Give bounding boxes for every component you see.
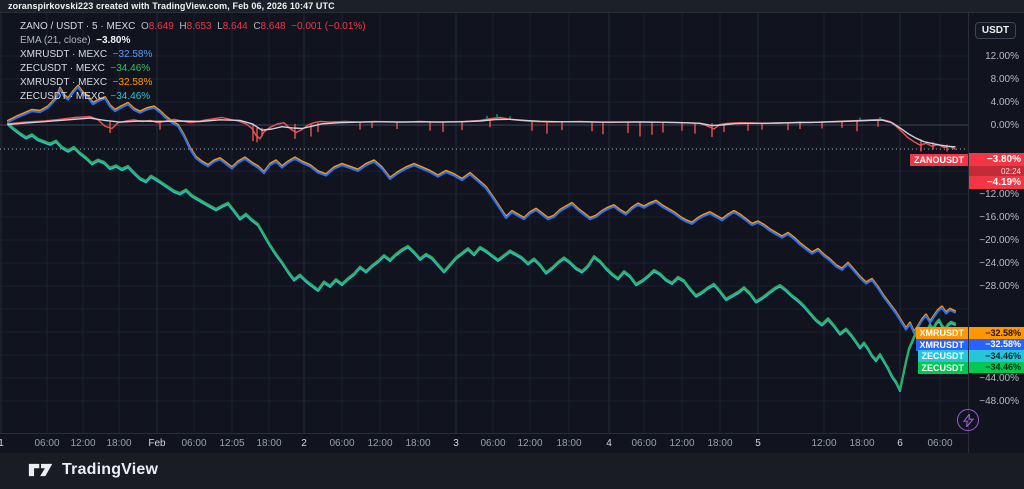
legend-row-zec-1[interactable]: ZECUSDT · MEXC −34.46% (20, 62, 366, 76)
time-tick-label: 1 (0, 438, 4, 449)
time-tick-label: 12:00 (517, 438, 542, 449)
zano-price-label-block: −3.80% 02:24 −4.19% (969, 153, 1024, 189)
price-tick-label: −28.00% (979, 281, 1019, 292)
series-name-tag: XMRUSDT (916, 339, 969, 351)
tradingview-logo-icon (28, 459, 54, 481)
time-tick-label: 12:00 (70, 438, 95, 449)
lightning-bolt-glyph (963, 414, 974, 427)
time-tick-label: 18:00 (106, 438, 131, 449)
ema-label: EMA (21, close) (20, 35, 91, 46)
time-tick-label: 06:00 (329, 438, 354, 449)
compare-label: ZECUSDT · MEXC (20, 63, 105, 74)
compare-label: XMRUSDT · MEXC (20, 77, 107, 88)
ohlc-l-value: 8.644 (223, 21, 248, 32)
time-tick-label: 5 (755, 438, 761, 449)
compare-value: −34.46% (110, 63, 150, 74)
price-tick-label: 12.00% (985, 51, 1019, 62)
zano-change-value: −3.80% (969, 153, 1024, 166)
price-tick-label: −24.00% (979, 258, 1019, 269)
tradingview-logo[interactable]: TradingView (28, 459, 158, 481)
time-tick-label: 3 (453, 438, 459, 449)
series-xmrusdt-blue (8, 87, 955, 333)
attribution-bar: zoranspirkovski223 created with TradingV… (0, 0, 1024, 13)
price-tick-label: 8.00% (991, 74, 1019, 85)
time-tick-label: 18:00 (556, 438, 581, 449)
compare-value: −32.58% (113, 77, 153, 88)
compare-scale-value-label: −32.58% (969, 339, 1024, 351)
time-tick-label: 12:00 (811, 438, 836, 449)
tradingview-screenshot: zoranspirkovski223 created with TradingV… (0, 0, 1024, 489)
compare-label: ZECUSDT · MEXC (20, 91, 105, 102)
time-tick-label: 06:00 (631, 438, 656, 449)
price-tick-label: 4.00% (991, 97, 1019, 108)
time-tick-label: 18:00 (405, 438, 430, 449)
price-tick-label: −12.00% (979, 189, 1019, 200)
tradingview-wordmark: TradingView (62, 461, 158, 479)
chart-legend: ZANO / USDT · 5 · MEXC O8.649 H8.653 L8.… (20, 20, 366, 104)
compare-value: −34.46% (110, 91, 150, 102)
main-change: −0.001 (−0.01%) (291, 21, 366, 32)
ema-value: −3.80% (96, 35, 130, 46)
time-tick-label: 2 (301, 438, 307, 449)
series-name-tag: ZANOUSDT (910, 154, 968, 166)
series-name-tag: XMRUSDT (916, 327, 969, 339)
ohlc-c-value: 8.648 (261, 21, 286, 32)
legend-row-xmr-1[interactable]: XMRUSDT · MEXC −32.58% (20, 48, 366, 62)
price-tick-label: −20.00% (979, 235, 1019, 246)
price-tick-label: −16.00% (979, 212, 1019, 223)
time-tick-label: 12:00 (669, 438, 694, 449)
time-tick-label: 18:00 (707, 438, 732, 449)
series-zano-ema (8, 118, 955, 147)
time-tick-label: 4 (606, 438, 612, 449)
compare-label: XMRUSDT · MEXC (20, 49, 107, 60)
legend-row-main[interactable]: ZANO / USDT · 5 · MEXC O8.649 H8.653 L8.… (20, 20, 366, 34)
currency-toggle-button[interactable]: USDT (975, 22, 1016, 39)
time-tick-label: 12:05 (219, 438, 244, 449)
compare-value: −32.58% (113, 49, 153, 60)
ohlc-o-value: 8.649 (149, 21, 174, 32)
series-name-tag: ZECUSDT (918, 350, 969, 362)
price-tick-label: −44.00% (979, 373, 1019, 384)
time-tick-label: 06:00 (181, 438, 206, 449)
time-tick-label: 6 (897, 438, 903, 449)
boost-lightning-icon[interactable] (957, 409, 979, 431)
ohlc-h-value: 8.653 (187, 21, 212, 32)
footer-bar: TradingView (0, 453, 1024, 489)
ohlc-h-label: H (179, 21, 186, 32)
ohlc-o-label: O (141, 21, 149, 32)
compare-scale-value-label: −32.58% (969, 327, 1024, 339)
time-tick-label: Feb (148, 438, 165, 449)
time-tick-label: 06:00 (34, 438, 59, 449)
time-tick-label: 06:00 (927, 438, 952, 449)
compare-scale-value-label: −34.46% (969, 350, 1024, 362)
attribution-text: zoranspirkovski223 created with TradingV… (8, 1, 335, 11)
time-tick-label: 12:00 (367, 438, 392, 449)
time-tick-label: 18:00 (256, 438, 281, 449)
chart-widget[interactable]: ZANOUSDTXMRUSDTXMRUSDTZECUSDTZECUSDT ZAN… (0, 13, 1024, 453)
price-tick-label: −48.00% (979, 396, 1019, 407)
legend-row-zec-2[interactable]: ZECUSDT · MEXC −34.46% (20, 90, 366, 104)
series-zecusdt-teal (8, 125, 955, 391)
price-scale[interactable]: −3.80% 02:24 −4.19% 12.00% 8.00% 4.00% 0.00… (968, 13, 1024, 453)
legend-row-xmr-2[interactable]: XMRUSDT · MEXC −32.58% (20, 76, 366, 90)
compare-scale-value-label: −34.46% (969, 362, 1024, 374)
price-tick-label: 0.00% (991, 120, 1019, 131)
legend-row-ema[interactable]: EMA (21, close) −3.80% (20, 34, 366, 48)
zano-bar-countdown: 02:24 (969, 166, 1024, 176)
ohlc-c-label: C (253, 21, 260, 32)
series-name-tag: ZECUSDT (918, 362, 969, 374)
main-symbol: ZANO / USDT · 5 · MEXC (20, 21, 135, 32)
time-scale[interactable]: 1 06:00 12:00 18:00 Feb 06:00 12:05 18:00 2 06:00… (0, 433, 968, 453)
series-zecusdt-green (8, 123, 955, 389)
time-tick-label: 18:00 (849, 438, 874, 449)
time-tick-label: 06:00 (480, 438, 505, 449)
zano-price-value: −4.19% (969, 176, 1024, 189)
